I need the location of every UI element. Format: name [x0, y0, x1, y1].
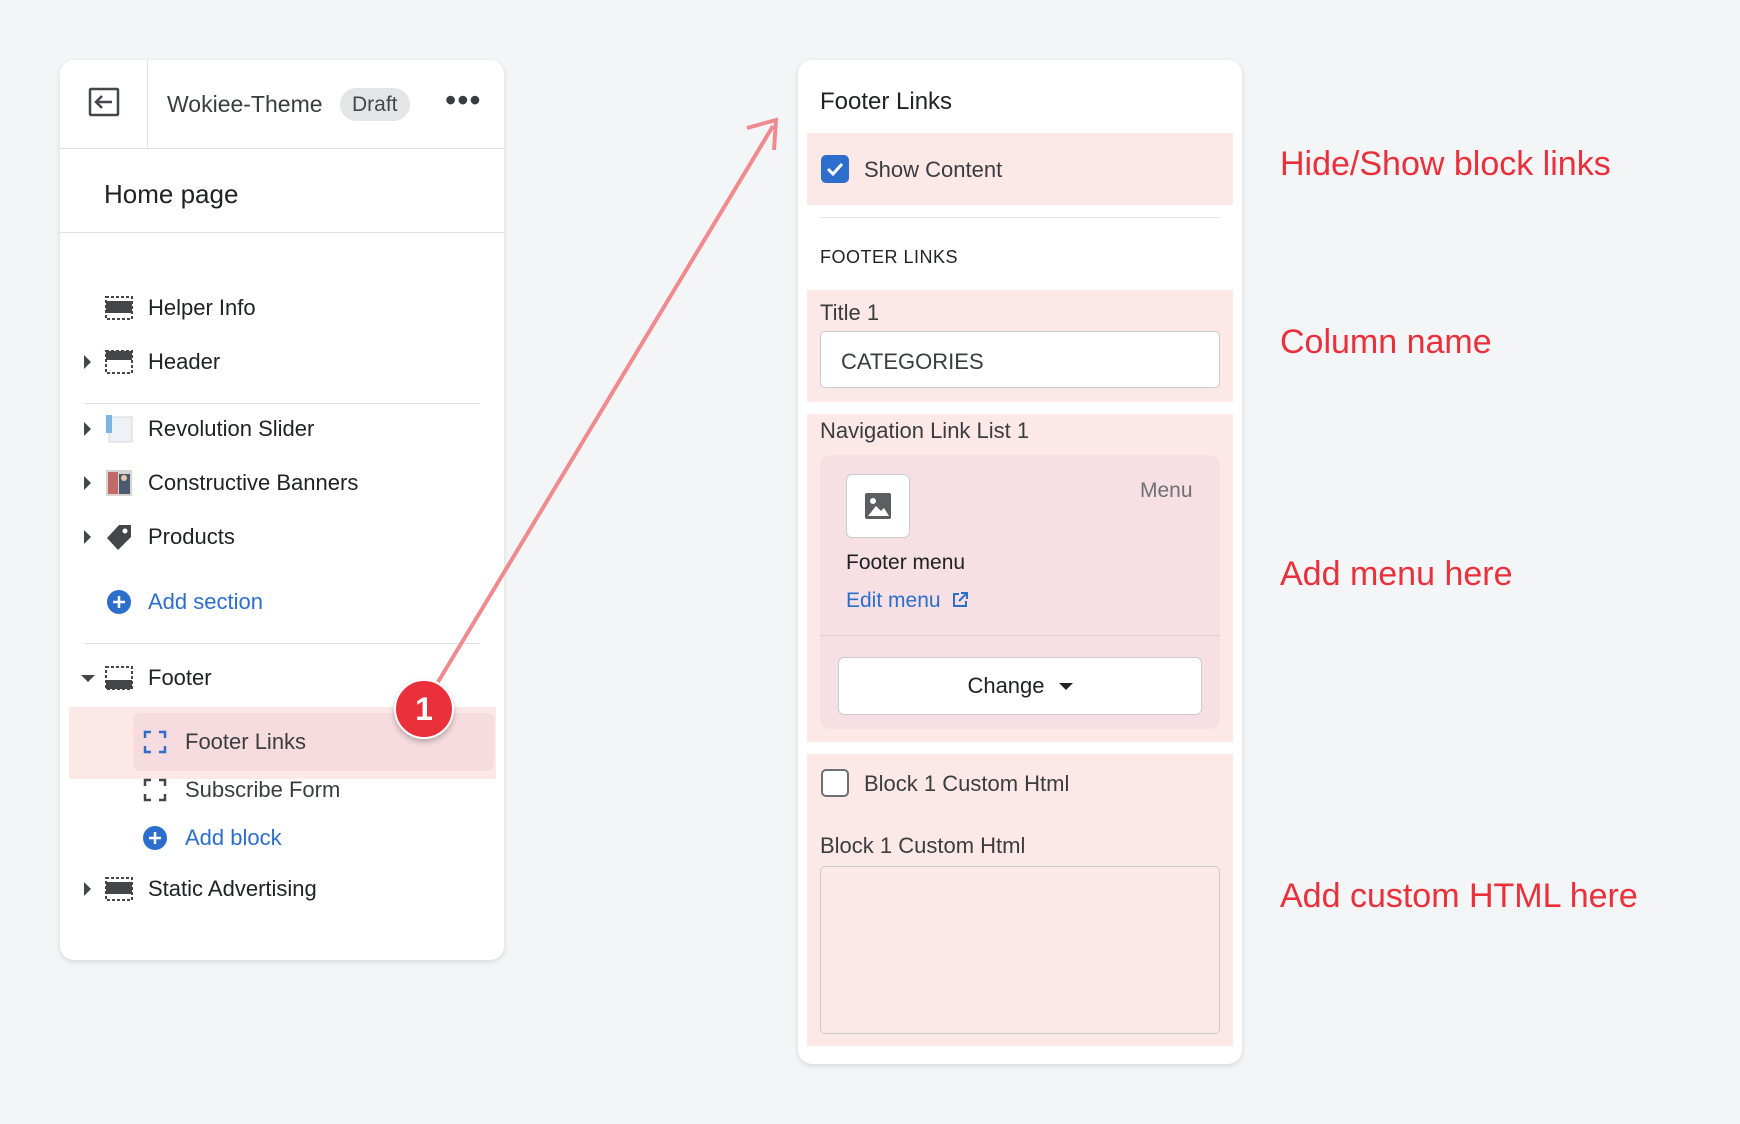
banner-thumbnail-icon [104, 468, 134, 498]
menu-picker-card: Menu Footer menu Edit menu Change [820, 455, 1220, 729]
expand-icon[interactable] [84, 355, 91, 369]
section-header[interactable]: Header [60, 339, 504, 385]
block-label: Footer Links [185, 729, 307, 754]
expand-icon[interactable] [84, 882, 91, 896]
exit-button[interactable] [60, 60, 148, 149]
title-input[interactable]: CATEGORIES [820, 331, 1220, 388]
tag-icon [104, 522, 134, 552]
divider [820, 635, 1220, 636]
title-field-label: Title 1 [820, 300, 880, 325]
plus-circle-icon [104, 587, 134, 617]
navigation-label: Navigation Link List 1 [820, 418, 1030, 443]
image-placeholder-icon [846, 474, 910, 538]
change-menu-button[interactable]: Change [838, 657, 1202, 715]
header-layout-icon [104, 347, 134, 377]
expand-icon[interactable] [84, 530, 91, 544]
caret-down-icon [1058, 682, 1073, 690]
page-selector[interactable]: Home page [60, 149, 504, 233]
block-frame-icon [140, 727, 170, 757]
panel-title: Footer Links [820, 88, 953, 115]
external-link-icon [953, 592, 969, 607]
theme-editor-sidebar: Wokiee-Theme Draft ••• Home page Helper … [60, 60, 504, 960]
show-content-checkbox[interactable] [821, 155, 849, 183]
section-label: Header [148, 349, 221, 374]
section-heading: FOOTER LINKS [820, 247, 959, 267]
change-button-label: Change [967, 673, 1045, 698]
page-title: Home page [104, 179, 239, 209]
section-label: Products [148, 524, 235, 549]
custom-html-checkbox-label: Block 1 Custom Html [864, 771, 1070, 796]
add-block-button[interactable]: Add block [60, 815, 504, 861]
annotation-add-html: Add custom HTML here [1280, 877, 1638, 915]
block-frame-icon [140, 775, 170, 805]
add-section-label: Add section [148, 589, 263, 614]
footer-layout-icon [104, 663, 134, 693]
add-section-button[interactable]: Add section [60, 579, 504, 625]
collapse-icon[interactable] [81, 674, 95, 682]
slider-thumbnail-icon [104, 414, 134, 444]
block-subscribe-form[interactable]: Subscribe Form [60, 767, 504, 813]
annotation-add-menu: Add menu here [1280, 555, 1513, 593]
menu-name: Footer menu [846, 551, 966, 574]
divider [85, 643, 480, 644]
section-layout-icon [104, 874, 134, 904]
checkmark-icon [826, 162, 844, 176]
section-static-advertising[interactable]: Static Advertising [60, 866, 504, 912]
section-label: Footer [148, 665, 212, 690]
section-label: Constructive Banners [148, 470, 359, 495]
section-label: Helper Info [148, 295, 256, 320]
edit-menu-link[interactable]: Edit menu [846, 589, 969, 613]
annotation-hide-show: Hide/Show block links [1280, 145, 1611, 183]
divider [85, 403, 480, 404]
edit-menu-label: Edit menu [846, 589, 941, 612]
step-number-badge: 1 [394, 679, 454, 739]
show-content-label: Show Content [864, 157, 1003, 182]
more-actions-button[interactable]: ••• [445, 82, 482, 119]
plus-circle-icon [140, 823, 170, 853]
section-revolution-slider[interactable]: Revolution Slider [60, 406, 504, 452]
editor-top-bar: Wokiee-Theme Draft ••• [60, 60, 504, 149]
theme-name: Wokiee-Theme [167, 91, 323, 117]
section-helper-info[interactable]: Helper Info [60, 285, 504, 331]
section-label: Revolution Slider [148, 416, 315, 441]
status-badge: Draft [340, 88, 410, 121]
exit-icon [88, 87, 120, 122]
expand-icon[interactable] [84, 422, 91, 436]
divider [820, 217, 1220, 218]
block-settings-panel: Footer Links Show Content FOOTER LINKS T… [798, 60, 1242, 1064]
section-constructive-banners[interactable]: Constructive Banners [60, 460, 504, 506]
section-layout-icon [104, 293, 134, 323]
section-products[interactable]: Products [60, 514, 504, 560]
custom-html-textarea[interactable] [820, 866, 1220, 1034]
expand-icon[interactable] [84, 476, 91, 490]
title-input-value: CATEGORIES [841, 349, 984, 374]
section-label: Static Advertising [148, 876, 317, 901]
block-label: Subscribe Form [185, 777, 341, 802]
annotation-column-name: Column name [1280, 323, 1492, 361]
menu-type-label: Menu [1140, 479, 1193, 502]
custom-html-field-label: Block 1 Custom Html [820, 833, 1026, 858]
add-block-label: Add block [185, 825, 282, 850]
custom-html-checkbox[interactable] [821, 769, 849, 797]
